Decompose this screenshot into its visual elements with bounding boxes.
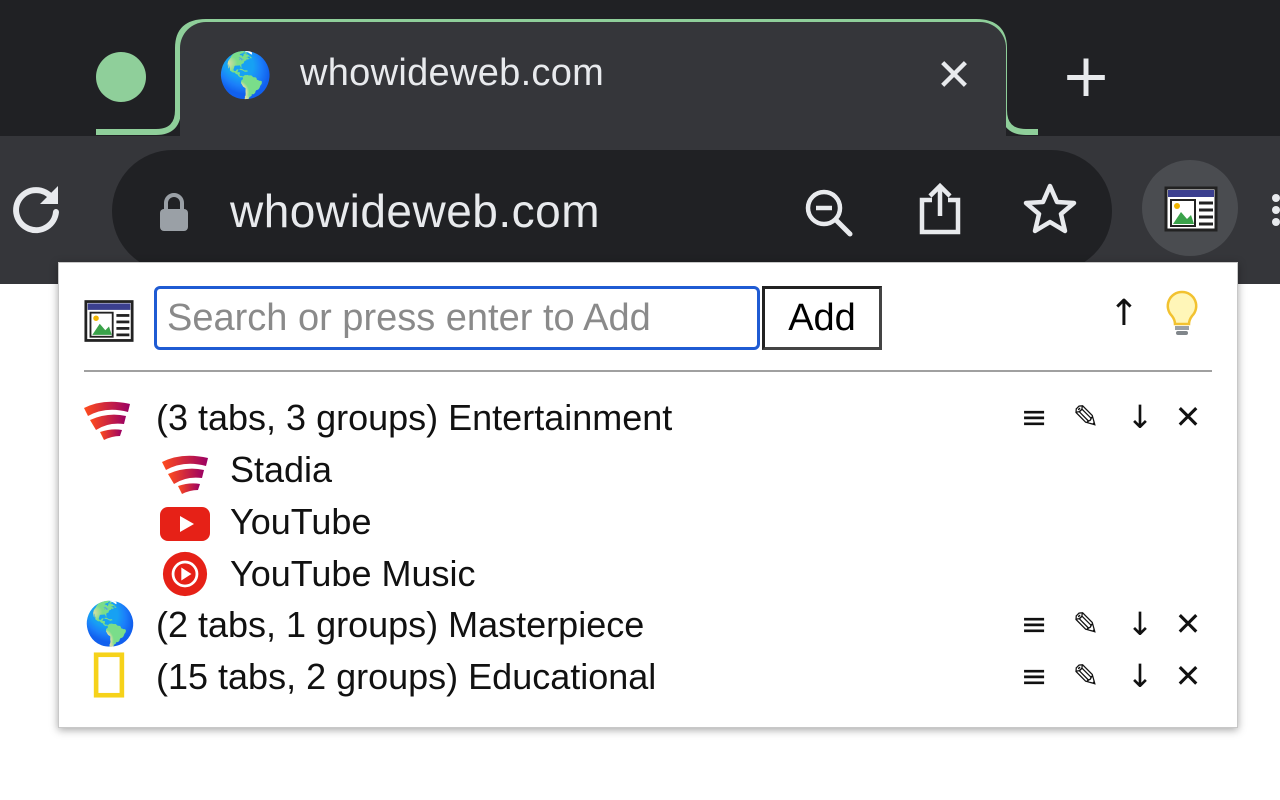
reload-icon[interactable] — [8, 180, 64, 236]
globe-icon: 🌎 — [84, 599, 137, 648]
tab-item-youtube-music[interactable]: YouTube Music — [230, 553, 475, 595]
delete-icon[interactable]: ✕ — [1168, 397, 1208, 437]
new-tab-button[interactable]: + — [1056, 46, 1116, 106]
group-label-masterpiece[interactable]: (2 tabs, 1 groups) Masterpiece — [156, 604, 644, 646]
search-input[interactable] — [154, 286, 760, 350]
close-icon[interactable]: ✕ — [930, 52, 978, 100]
group-label-entertainment[interactable]: (3 tabs, 3 groups) Entertainment — [156, 397, 672, 439]
youtube-music-icon — [162, 551, 208, 597]
extension-icon — [1164, 186, 1218, 232]
globe-icon: 🌎 — [218, 50, 273, 101]
tab-item-youtube[interactable]: YouTube — [230, 501, 371, 543]
url-text[interactable]: whowideweb.com — [230, 184, 600, 238]
arrow-down-icon[interactable]: ↓ — [1120, 397, 1160, 437]
divider — [84, 370, 1212, 372]
lightbulb-icon[interactable] — [1160, 288, 1204, 338]
extension-icon — [84, 300, 134, 342]
edit-icon[interactable]: ✎ — [1066, 397, 1106, 437]
stadia-icon — [84, 401, 130, 440]
bookmark-star-icon[interactable] — [1022, 182, 1078, 238]
youtube-icon — [160, 507, 210, 541]
delete-icon[interactable]: ✕ — [1168, 656, 1208, 696]
stadia-icon — [162, 455, 208, 494]
menu-icon[interactable]: ≡ — [1014, 656, 1054, 696]
zoom-out-icon[interactable] — [800, 184, 856, 240]
edit-icon[interactable]: ✎ — [1066, 656, 1106, 696]
menu-icon[interactable]: ≡ — [1014, 397, 1054, 437]
edit-icon[interactable]: ✎ — [1066, 604, 1106, 644]
tab-item-stadia[interactable]: Stadia — [230, 449, 332, 491]
more-menu-icon[interactable] — [1266, 190, 1280, 230]
share-icon[interactable] — [912, 180, 968, 236]
tab-title: whowideweb.com — [300, 52, 605, 94]
arrow-up-icon[interactable]: ↑ — [1104, 292, 1144, 336]
delete-icon[interactable]: ✕ — [1168, 604, 1208, 644]
add-button[interactable]: Add — [762, 286, 882, 350]
national-geographic-icon — [93, 652, 125, 698]
menu-icon[interactable]: ≡ — [1014, 604, 1054, 644]
arrow-down-icon[interactable]: ↓ — [1120, 604, 1160, 644]
group-label-educational[interactable]: (15 tabs, 2 groups) Educational — [156, 656, 656, 698]
arrow-down-icon[interactable]: ↓ — [1120, 656, 1160, 696]
lock-icon[interactable] — [158, 192, 190, 232]
